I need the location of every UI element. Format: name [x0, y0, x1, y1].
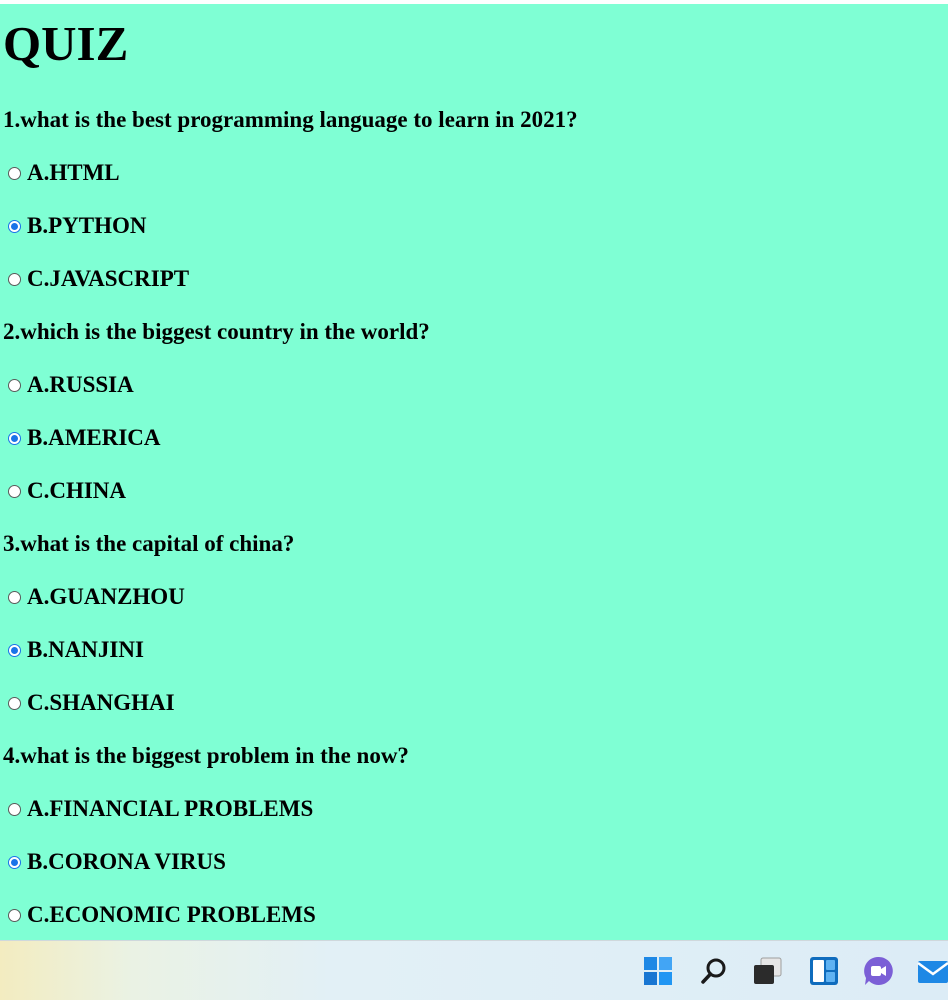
page-title: QUIZ	[3, 16, 129, 71]
radio-button-unchecked[interactable]	[8, 590, 21, 604]
q4-option-a[interactable]: A.FINANCIAL PROBLEMS	[8, 795, 313, 823]
question-4: 4.what is the biggest problem in the now…	[3, 743, 409, 768]
taskbar	[0, 940, 948, 1000]
option-label: B.PYTHON	[27, 213, 147, 238]
q2-option-a[interactable]: A.RUSSIA	[8, 371, 134, 399]
option-label: A.GUANZHOU	[27, 584, 185, 609]
radio-button-unchecked[interactable]	[8, 272, 21, 286]
radio-button-checked[interactable]	[8, 643, 21, 657]
q3-option-b[interactable]: B.NANJINI	[8, 636, 144, 664]
question-2: 2.which is the biggest country in the wo…	[3, 319, 430, 344]
option-label: C.JAVASCRIPT	[27, 266, 190, 291]
task-view-icon[interactable]	[751, 955, 783, 987]
radio-button-checked[interactable]	[8, 219, 21, 233]
q3-option-c[interactable]: C.SHANGHAI	[8, 689, 175, 717]
q2-option-c[interactable]: C.CHINA	[8, 477, 126, 505]
radio-button-unchecked[interactable]	[8, 802, 21, 816]
radio-button-unchecked[interactable]	[8, 378, 21, 392]
search-icon[interactable]	[698, 955, 730, 987]
option-label: C.CHINA	[27, 478, 127, 503]
q1-option-a[interactable]: A.HTML	[8, 159, 120, 187]
radio-button-checked[interactable]	[8, 855, 21, 869]
radio-button-checked[interactable]	[8, 431, 21, 445]
question-1: 1.what is the best programming language …	[3, 107, 578, 132]
question-3: 3.what is the capital of china?	[3, 531, 295, 556]
radio-button-unchecked[interactable]	[8, 908, 21, 922]
q2-option-b[interactable]: B.AMERICA	[8, 424, 161, 452]
radio-button-unchecked[interactable]	[8, 166, 21, 180]
option-label: A.HTML	[27, 160, 120, 185]
option-label: B.CORONA VIRUS	[27, 849, 226, 874]
quiz-page: QUIZ 1.what is the best programming lang…	[0, 4, 948, 940]
option-label: B.AMERICA	[27, 425, 161, 450]
teams-chat-icon[interactable]	[862, 955, 894, 987]
q1-option-c[interactable]: C.JAVASCRIPT	[8, 265, 189, 293]
option-label: B.NANJINI	[27, 637, 144, 662]
option-label: C.SHANGHAI	[27, 690, 175, 715]
radio-button-unchecked[interactable]	[8, 484, 21, 498]
q4-option-b[interactable]: B.CORONA VIRUS	[8, 848, 226, 876]
q3-option-a[interactable]: A.GUANZHOU	[8, 583, 185, 611]
mail-icon[interactable]	[916, 955, 948, 987]
option-label: A.RUSSIA	[27, 372, 134, 397]
option-label: A.FINANCIAL PROBLEMS	[27, 796, 314, 821]
windows-start-icon[interactable]	[642, 955, 674, 987]
radio-button-unchecked[interactable]	[8, 696, 21, 710]
q4-option-c[interactable]: C.ECONOMIC PROBLEMS	[8, 901, 316, 929]
widgets-icon[interactable]	[808, 955, 840, 987]
option-label: C.ECONOMIC PROBLEMS	[27, 902, 316, 927]
q1-option-b[interactable]: B.PYTHON	[8, 212, 146, 240]
